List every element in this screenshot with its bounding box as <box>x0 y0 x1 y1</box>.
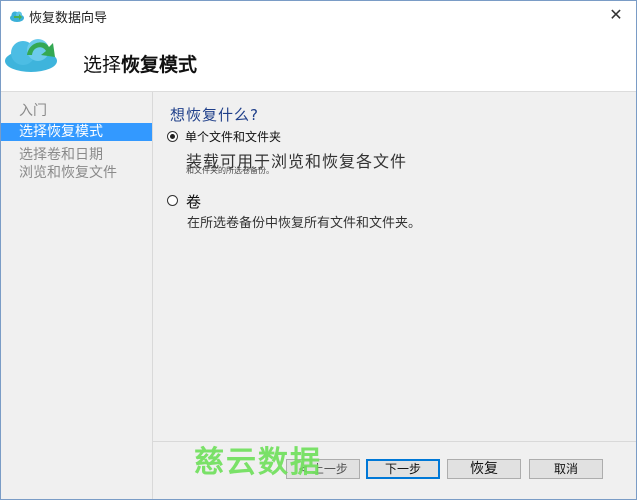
files-folders-radio[interactable] <box>167 131 178 142</box>
step-select-volume-date[interactable]: 选择卷和日期 <box>1 146 152 164</box>
files-folders-label[interactable]: 单个文件和文件夹 <box>185 128 281 145</box>
volume-label[interactable]: 卷 <box>186 191 201 212</box>
cloud-icon <box>10 11 24 22</box>
watermark: 慈云数据 <box>194 445 322 480</box>
files-folders-description-small: 和文件夹的所选卷备份。 <box>186 166 274 175</box>
close-button[interactable]: ✕ <box>596 1 636 29</box>
next-button[interactable]: 下一步 <box>366 459 440 479</box>
step-getting-started[interactable]: 入门 <box>1 102 152 120</box>
volume-radio[interactable] <box>167 195 178 206</box>
window-title: 恢复数据向导 <box>29 11 108 26</box>
recover-data-wizard-window: 恢复数据向导 ✕ 选择恢复模式 入门 选择恢复模式 选择卷和日期 浏览和恢复文件… <box>0 0 637 500</box>
page-title: 选择恢复模式 <box>83 50 197 77</box>
page-title-prefix: 选择 <box>83 54 122 76</box>
wizard-header: 选择恢复模式 <box>1 31 636 91</box>
recovery-question: 想恢复什么? <box>170 106 259 124</box>
step-browse-recover-files[interactable]: 浏览和恢复文件 <box>1 164 152 182</box>
wizard-steps-sidebar: 入门 选择恢复模式 选择卷和日期 浏览和恢复文件 <box>1 92 153 499</box>
cancel-button[interactable]: 取消 <box>529 459 603 479</box>
recover-button[interactable]: 恢复 <box>447 459 521 479</box>
step-select-recovery-mode[interactable]: 选择恢复模式 <box>1 123 152 141</box>
cloud-sync-icon <box>5 39 57 72</box>
title-bar[interactable]: 恢复数据向导 ✕ <box>1 1 636 31</box>
volume-description: 在所选卷备份中恢复所有文件和文件夹。 <box>187 216 422 231</box>
close-icon: ✕ <box>609 5 623 24</box>
page-title-strong: 恢复模式 <box>121 54 198 76</box>
